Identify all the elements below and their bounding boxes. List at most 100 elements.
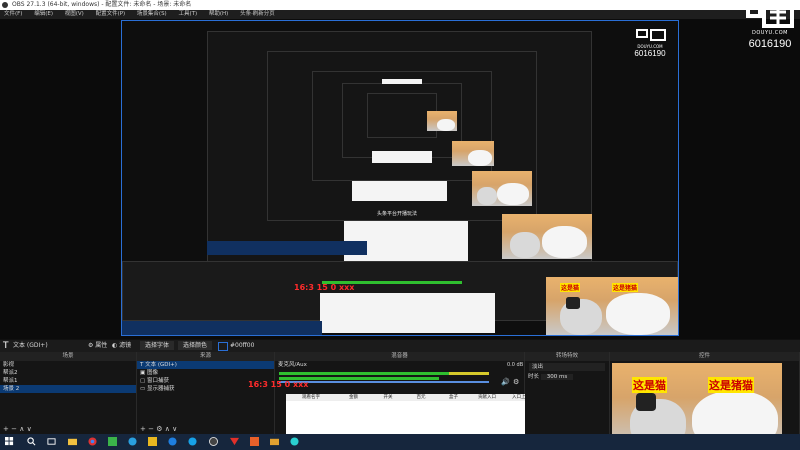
remove-source-icon[interactable]: − [148, 425, 154, 433]
menu-scene-collection[interactable]: 场景集合(S) [137, 10, 167, 19]
mixer-meter-yellow [449, 372, 489, 375]
cat-caption-right: 这是猪猫 [708, 377, 754, 393]
nested-cat-image-4 [502, 214, 592, 259]
filters-button[interactable]: ◐ 滤镜 [112, 340, 131, 352]
nested-douyu-watermark: DOUYU.COM 6016190 [625, 28, 675, 58]
obs-logo-icon [2, 2, 8, 8]
nested-douyu-logo-icon [636, 29, 666, 41]
transition-duration-field[interactable]: 300 ms [540, 374, 574, 380]
sources-panel: 来源 T 文本 (GDI+) ▣ 图像 ▢ 窗口捕获 ▭ 显示器捕获 + − ⚙… [137, 352, 275, 434]
window-title-bar: OBS 27.1.3 (64-bit, windows) - 配置文件: 未命名… [0, 0, 800, 10]
app-red-icon[interactable] [230, 437, 239, 446]
sources-panel-title: 来源 [137, 352, 274, 361]
table-header: 观看名字 [286, 394, 337, 401]
move-down-icon[interactable]: ∨ [27, 425, 32, 433]
transition-duration-row: 时长 300 ms [525, 373, 609, 381]
preview-canvas[interactable]: 头条平台开播玩法 16:3 15 0 xxx 这是猫 这是猪猫 [121, 20, 679, 336]
menu-plugin[interactable]: 头条·刷新分页 [240, 10, 275, 19]
source-settings-icon[interactable]: ⚙ [156, 425, 162, 433]
nested-watermark-room-number: 6016190 [634, 49, 666, 58]
mixer-panel-title: 混音器 [275, 352, 524, 361]
color-hex-value: #00ff00 [230, 342, 255, 349]
scenes-panel-title: 场景 [0, 352, 136, 361]
move-down-icon[interactable]: ∨ [172, 425, 177, 433]
nested-cat-caption-right: 这是猪猫 [612, 283, 639, 292]
inner-overlay-text: 头条平台开播玩法 [377, 211, 418, 217]
nested-white-strip [382, 79, 422, 84]
menu-edit[interactable]: 编辑(E) [34, 10, 53, 19]
source-toolbar: T 文本 (GDI+) ⚙ 属性 ◐ 滤镜 选择字体 选择颜色 #00ff00 [0, 340, 800, 352]
nested-taskbar [207, 241, 367, 255]
app-folder-icon[interactable] [270, 437, 279, 446]
nested-table-4 [320, 293, 495, 333]
app-cyan-icon[interactable] [290, 437, 299, 446]
add-source-icon[interactable]: + [140, 425, 146, 433]
douyu-watermark: DOUYU.COM 6016190 [740, 2, 800, 50]
select-font-button[interactable]: 选择字体 [140, 341, 174, 350]
add-scene-icon[interactable]: + [3, 425, 9, 433]
app-blue-icon[interactable] [168, 437, 177, 446]
nested-cat-caption-left: 这是猫 [560, 283, 581, 292]
app-yellow-icon[interactable] [148, 437, 157, 446]
table-header: 金额 [336, 394, 372, 401]
file-explorer-icon[interactable] [68, 437, 77, 446]
nested-cat-image-1 [427, 111, 457, 131]
menu-profile[interactable]: 配置文件(P) [96, 10, 126, 19]
move-up-icon[interactable]: ∧ [19, 425, 24, 433]
menu-tools[interactable]: 工具(T) [178, 10, 197, 19]
speaker-icon[interactable]: 🔊 [501, 378, 510, 386]
controls-panel-title: 控件 [610, 352, 799, 361]
menu-bar: 文件(F) 编辑(E) 视图(V) 配置文件(P) 场景集合(S) 工具(T) … [0, 10, 800, 19]
nested-table-2 [352, 181, 447, 201]
scenes-panel-footer: + − ∧ ∨ [0, 425, 136, 434]
properties-button[interactable]: ⚙ 属性 [88, 340, 107, 352]
scene-item[interactable]: 帮派1 [0, 377, 136, 385]
remove-scene-icon[interactable]: − [11, 425, 17, 433]
obs-icon[interactable] [209, 437, 218, 446]
nested-table-1 [372, 151, 432, 163]
watermark-room-number: 6016190 [748, 38, 792, 50]
nested-red-overlay: 16:3 15 0 xxx [294, 283, 355, 292]
nested-cat-image-2 [452, 141, 494, 166]
mixer-level-value: 0.0 dB [507, 362, 524, 368]
app-green-icon[interactable] [108, 437, 117, 446]
nested-taskbar-2 [122, 321, 322, 335]
chrome-icon[interactable] [88, 437, 97, 446]
mixer-panel: 混音器 麦克风/Aux 0.0 dB 🔊 ⚙ 16:3 15 0 xxx 观看名… [248, 352, 539, 450]
sources-panel-footer: + − ⚙ ∧ ∨ [137, 425, 274, 434]
transition-type-select[interactable]: 淡出 [529, 363, 605, 371]
scene-item[interactable]: 帮派2 [0, 369, 136, 377]
cat-caption-left: 这是猫 [632, 377, 667, 393]
scene-item-selected[interactable]: 场景 2 [0, 385, 136, 393]
douyu-logo-icon [744, 2, 796, 30]
table-header: 贡献入口 [470, 394, 505, 401]
transitions-panel-title: 转场特效 [525, 352, 609, 361]
edge-icon[interactable] [128, 437, 137, 446]
red-overlay-text: 16:3 15 0 xxx [248, 380, 309, 389]
scene-item[interactable]: 影视 [0, 361, 136, 369]
nested-cat-image-3 [472, 171, 532, 206]
source-item-selected[interactable]: T 文本 (GDI+) [137, 361, 274, 369]
volume-slider[interactable] [279, 381, 489, 383]
windows-taskbar [0, 434, 800, 450]
mixer-meter-green [279, 372, 449, 375]
transitions-panel: 转场特效 淡出 时长 300 ms [525, 352, 610, 434]
select-color-button[interactable]: 选择颜色 [178, 341, 212, 350]
app-orange-icon[interactable] [250, 437, 259, 446]
scenes-panel: 场景 影视 帮派2 帮派1 场景 2 + − ∧ ∨ [0, 352, 137, 434]
menu-file[interactable]: 文件(F) [4, 10, 22, 19]
menu-view[interactable]: 视图(V) [65, 10, 84, 19]
mixer-track-label: 麦克风/Aux [278, 362, 307, 368]
table-header: 百元 [405, 394, 438, 401]
task-view-icon[interactable] [47, 437, 56, 446]
source-item[interactable]: ▣ 图像 [137, 369, 274, 377]
windows-start-icon[interactable] [5, 437, 14, 446]
menu-help[interactable]: 帮助(H) [209, 10, 228, 19]
nested-cat-image-5: 这是猫 这是猪猫 [546, 277, 678, 335]
move-up-icon[interactable]: ∧ [165, 425, 170, 433]
current-source-name: 文本 (GDI+) [13, 342, 48, 349]
search-icon[interactable] [27, 437, 36, 446]
qq-icon[interactable] [188, 437, 197, 446]
table-header: 盒子 [437, 394, 471, 401]
mixer-settings-icon[interactable]: ⚙ [513, 378, 519, 386]
